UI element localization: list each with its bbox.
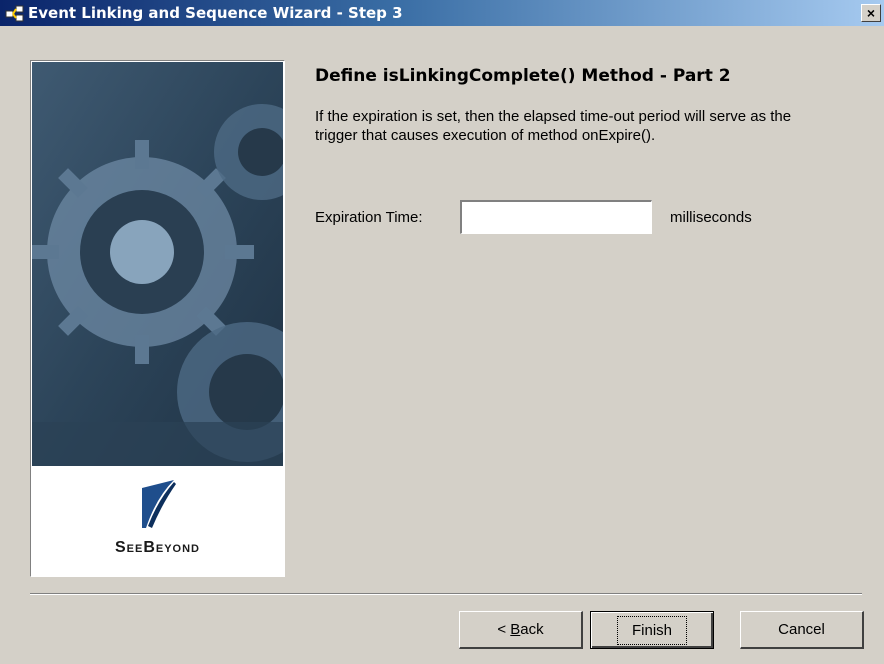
back-label-rest: ack [520, 621, 544, 638]
window-title: Event Linking and Sequence Wizard - Step… [28, 4, 403, 22]
gears-image [32, 62, 283, 466]
close-button[interactable]: × [861, 4, 881, 22]
expiration-time-input[interactable] [460, 200, 652, 234]
milliseconds-label: milliseconds [670, 209, 752, 226]
seebeyond-logo-icon [142, 480, 176, 528]
finish-label: Finish [616, 615, 687, 645]
back-label-mnemonic: B [510, 621, 521, 638]
close-icon: × [866, 5, 876, 21]
cancel-label: Cancel [778, 621, 825, 638]
description-text: If the expiration is set, then the elaps… [315, 108, 792, 144]
back-label-prefix: < [497, 621, 511, 638]
wizard-icon [5, 4, 25, 22]
expiration-time-label: Expiration Time: [315, 209, 423, 226]
page-title: Define isLinkingComplete() Method - Part… [315, 66, 731, 86]
seebeyond-logo-text: SeeBeyond [114, 539, 201, 556]
finish-button[interactable]: Finish [590, 611, 714, 649]
side-panel: SeeBeyond [30, 60, 285, 577]
title-bar[interactable]: Event Linking and Sequence Wizard - Step… [0, 0, 884, 26]
cancel-button[interactable]: Cancel [740, 611, 864, 649]
separator [30, 593, 862, 595]
back-button[interactable]: < Back [459, 611, 583, 649]
